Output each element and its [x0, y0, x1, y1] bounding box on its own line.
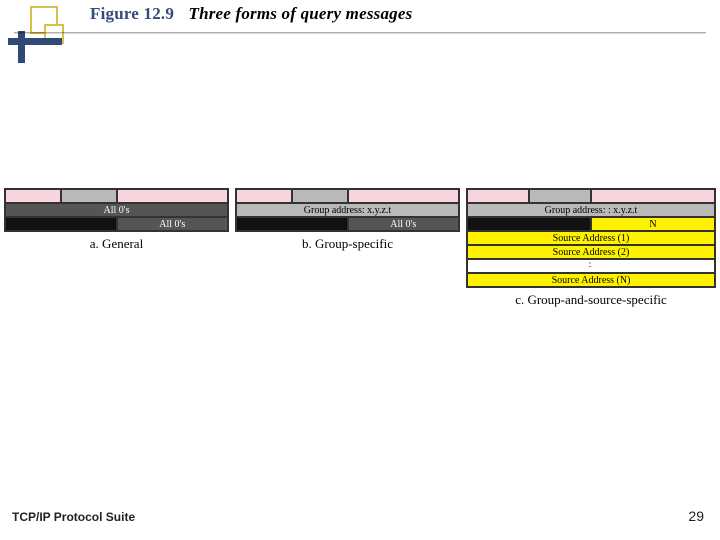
- pkt-c-group-address: Group address: : x.y.z.t: [467, 203, 715, 217]
- logo-bar-v: [18, 31, 25, 63]
- pkt-a-field-2: [61, 189, 117, 203]
- figure-number: Figure 12.9: [90, 4, 174, 23]
- caption-b: b. Group-specific: [302, 236, 393, 252]
- packet-a: All 0's All 0's: [4, 188, 229, 232]
- pkt-c-field-1: [467, 189, 529, 203]
- caption-a: a. General: [90, 236, 143, 252]
- pkt-b-field-left: [236, 217, 348, 231]
- logo-bar-h: [8, 38, 62, 45]
- pkt-a-field-3: [117, 189, 229, 203]
- caption-c: c. Group-and-source-specific: [515, 292, 667, 308]
- pkt-b-source-count: All 0's: [348, 217, 460, 231]
- pkt-c-source-count: N: [591, 217, 715, 231]
- figure-description: Three forms of query messages: [189, 4, 413, 23]
- pkt-b-field-1: [236, 189, 292, 203]
- packet-b: Group address: x.y.z.t All 0's: [235, 188, 460, 232]
- page-number: 29: [688, 508, 704, 524]
- pkt-a-field-1: [5, 189, 61, 203]
- pkt-c-src-2: Source Address (2): [467, 245, 715, 259]
- pkt-c-field-2: [529, 189, 591, 203]
- pkt-b-field-2: [292, 189, 348, 203]
- pkt-c-field-left: [467, 217, 591, 231]
- pkt-c-src-1: Source Address (1): [467, 231, 715, 245]
- pkt-a-group-address: All 0's: [5, 203, 228, 217]
- figure-title: Figure 12.9 Three forms of query message…: [90, 4, 412, 24]
- diagram-group-and-source-specific: Group address: : x.y.z.t N Source Addres…: [466, 188, 716, 308]
- footer-source: TCP/IP Protocol Suite: [12, 510, 135, 524]
- pkt-a-source-count: All 0's: [117, 217, 229, 231]
- pkt-a-field-left: [5, 217, 117, 231]
- pkt-b-group-address: Group address: x.y.z.t: [236, 203, 459, 217]
- diagram-general: All 0's All 0's a. General: [4, 188, 229, 308]
- title-underline: [14, 32, 706, 34]
- pkt-c-src-ellipsis: ⋮: [467, 259, 715, 273]
- diagram-group-specific: Group address: x.y.z.t All 0's b. Group-…: [235, 188, 460, 308]
- pkt-c-field-3: [591, 189, 715, 203]
- pkt-c-src-n: Source Address (N): [467, 273, 715, 287]
- packet-c: Group address: : x.y.z.t N Source Addres…: [466, 188, 716, 288]
- pkt-b-field-3: [348, 189, 460, 203]
- diagram-row: All 0's All 0's a. General Group address…: [0, 188, 720, 308]
